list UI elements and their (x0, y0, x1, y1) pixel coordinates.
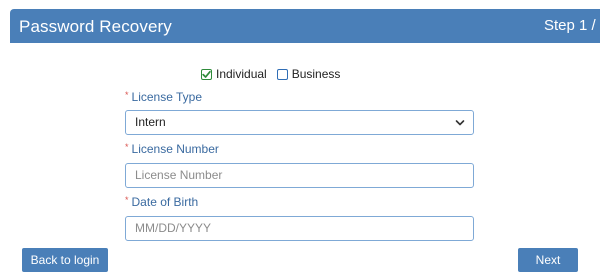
license-number-input[interactable]: License Number (125, 163, 474, 188)
business-checkbox[interactable] (276, 68, 288, 80)
license-type-label-text: License Type (131, 90, 203, 104)
license-number-placeholder: License Number (135, 168, 223, 182)
step-indicator: Step 1 / 1 (544, 17, 600, 34)
date-of-birth-label-text: Date of Birth (131, 195, 199, 209)
required-marker: * (125, 90, 129, 100)
back-to-login-button[interactable]: Back to login (22, 248, 108, 272)
individual-checkbox[interactable] (201, 68, 212, 80)
panel-header: Password Recovery Step 1 / 1 (10, 9, 600, 43)
date-of-birth-input[interactable]: MM/DD/YYYY (125, 216, 474, 241)
date-of-birth-label: * Date of Birth (125, 195, 198, 209)
checkmark-icon (202, 70, 211, 78)
account-type-selector: Individual Business (201, 67, 350, 81)
date-of-birth-placeholder: MM/DD/YYYY (135, 221, 212, 235)
page-title: Password Recovery (19, 17, 172, 36)
next-button[interactable]: Next (518, 248, 578, 272)
chevron-down-icon (455, 120, 465, 126)
license-type-select[interactable]: Intern (125, 110, 474, 135)
license-number-label: * License Number (125, 142, 219, 156)
business-label[interactable]: Business (292, 67, 341, 81)
license-type-value: Intern (135, 115, 166, 129)
required-marker: * (125, 195, 129, 205)
license-number-label-text: License Number (131, 142, 219, 156)
required-marker: * (125, 142, 129, 152)
license-type-label: * License Type (125, 90, 202, 104)
individual-label[interactable]: Individual (216, 67, 267, 81)
